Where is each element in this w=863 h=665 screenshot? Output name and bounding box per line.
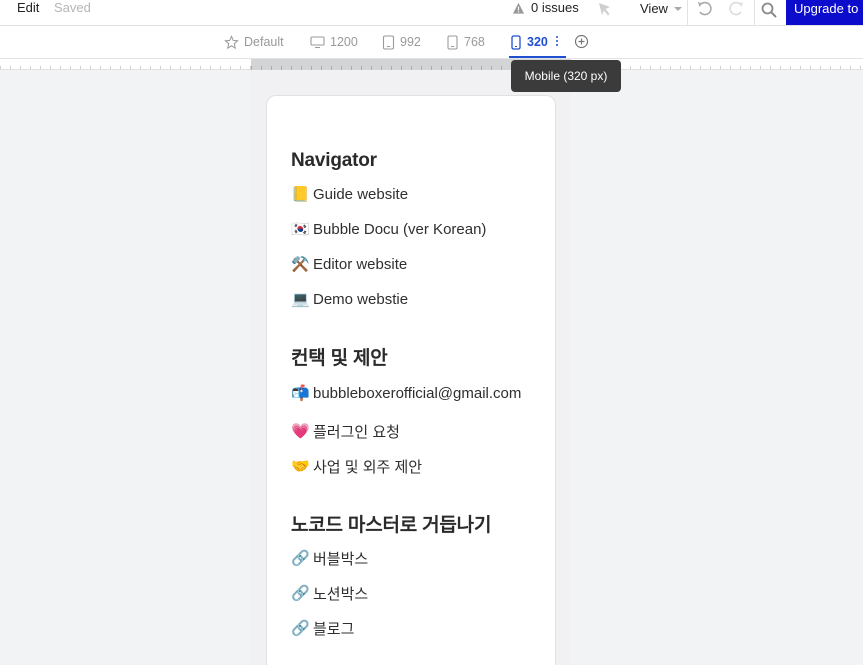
link-business-proposal[interactable]: 🤝 사업 및 외주 제안	[291, 456, 422, 476]
link-icon: 🔗	[291, 550, 310, 567]
breakpoint-default-label: Default	[244, 35, 284, 49]
issues-button[interactable]: 0 issues	[512, 0, 579, 16]
content-card	[266, 95, 556, 665]
link-label: 버블박스	[313, 550, 369, 568]
star-icon	[224, 34, 239, 49]
mailbox-icon: 📬	[291, 385, 310, 402]
link-guide-website[interactable]: 📒 Guide website	[291, 184, 408, 204]
undo-icon[interactable]	[696, 0, 714, 21]
tablet-portrait-icon	[447, 34, 458, 50]
link-label: Bubble Docu (ver Korean)	[313, 220, 487, 238]
chevron-down-icon	[673, 7, 682, 11]
desktop-icon	[310, 36, 325, 49]
search-icon[interactable]	[760, 1, 778, 22]
divider	[754, 0, 755, 26]
notebook-icon: 📒	[291, 186, 310, 203]
link-bubble-docu[interactable]: 🇰🇷 Bubble Docu (ver Korean)	[291, 219, 486, 239]
heart-icon: 💗	[291, 423, 310, 440]
breakpoint-992[interactable]: 992	[382, 34, 421, 50]
add-breakpoint-icon[interactable]	[574, 34, 589, 52]
warning-icon	[512, 2, 525, 14]
breakpoint-992-label: 992	[400, 35, 421, 49]
link-bubblebox[interactable]: 🔗 버블박스	[291, 548, 368, 568]
breakpoint-bar: Default 1200 992 768 320	[0, 26, 863, 59]
redo-icon[interactable]	[727, 0, 745, 21]
laptop-icon: 💻	[291, 291, 310, 308]
edit-menu[interactable]: Edit	[17, 0, 39, 16]
divider	[687, 0, 688, 26]
breakpoint-default[interactable]: Default	[224, 34, 284, 50]
link-label: Guide website	[313, 185, 409, 203]
active-breakpoint-indicator	[509, 56, 566, 58]
link-editor-website[interactable]: ⚒️ Editor website	[291, 254, 407, 274]
link-label: 플러그인 요청	[313, 423, 400, 441]
link-demo-website[interactable]: 💻 Demo webstie	[291, 289, 408, 309]
link-icon: 🔗	[291, 585, 310, 602]
link-label: 블로그	[313, 620, 355, 638]
top-toolbar: Edit Saved 0 issues View Upgrade to	[0, 0, 863, 26]
link-blog[interactable]: 🔗 블로그	[291, 618, 354, 638]
handshake-icon: 🤝	[291, 458, 310, 475]
link-label: 노션박스	[313, 585, 369, 603]
tablet-icon	[382, 34, 395, 50]
hammer-pick-icon: ⚒️	[291, 256, 310, 273]
breakpoint-1200[interactable]: 1200	[310, 34, 358, 50]
link-plugin-request[interactable]: 💗 플러그인 요청	[291, 421, 400, 441]
breakpoint-768-label: 768	[464, 35, 485, 49]
more-options-icon[interactable]	[556, 36, 558, 46]
breakpoint-tooltip: Mobile (320 px)	[511, 60, 621, 92]
mobile-icon	[511, 34, 521, 50]
breakpoint-1200-label: 1200	[330, 35, 358, 49]
breakpoint-320-label: 320	[527, 35, 548, 49]
link-label: bubbleboxerofficial@gmail.com	[313, 384, 522, 402]
link-label: 사업 및 외주 제안	[313, 458, 423, 476]
view-dropdown[interactable]: View	[640, 1, 682, 17]
link-notionbox[interactable]: 🔗 노션박스	[291, 583, 368, 603]
upgrade-button[interactable]: Upgrade to	[786, 0, 863, 25]
contact-title: 컨택 및 제안	[291, 348, 388, 369]
inspect-pointer-icon[interactable]	[597, 1, 613, 20]
breakpoint-768[interactable]: 768	[446, 34, 485, 50]
view-label: View	[640, 1, 668, 16]
breakpoint-320[interactable]: 320	[510, 34, 548, 50]
issues-label: 0 issues	[531, 0, 579, 15]
navigator-title: Navigator	[291, 150, 377, 171]
link-icon: 🔗	[291, 620, 310, 637]
link-label: Demo webstie	[313, 290, 409, 308]
nocode-title: 노코드 마스터로 거듭나기	[291, 515, 492, 536]
link-label: Editor website	[313, 255, 408, 273]
link-email[interactable]: 📬 bubbleboxerofficial@gmail.com	[291, 383, 521, 403]
saved-status: Saved	[54, 0, 91, 15]
korea-flag-icon: 🇰🇷	[291, 221, 310, 238]
